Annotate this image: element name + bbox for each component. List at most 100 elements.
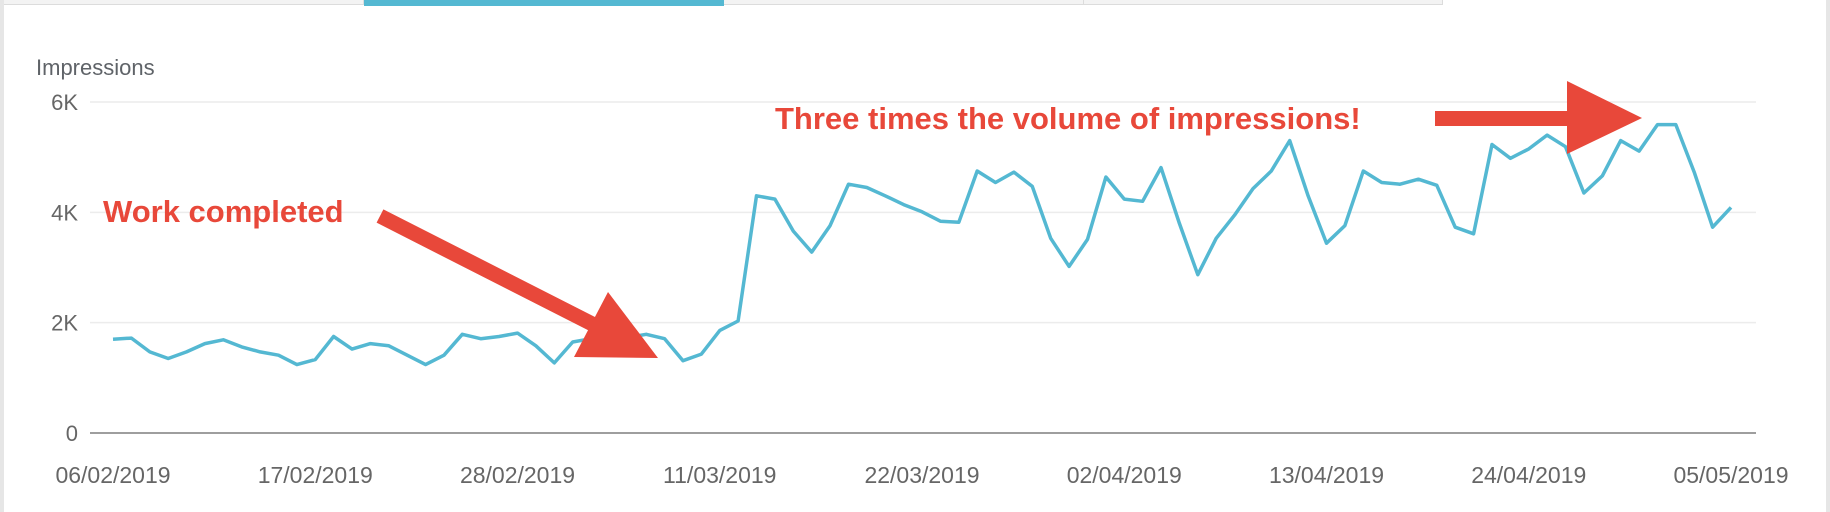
data-point[interactable] — [181, 346, 193, 358]
data-point[interactable] — [659, 333, 671, 345]
data-point[interactable] — [125, 332, 137, 344]
data-point[interactable] — [217, 334, 229, 346]
data-point[interactable] — [438, 349, 450, 361]
x-tick-label: 02/04/2019 — [1067, 462, 1182, 488]
data-point[interactable] — [806, 246, 818, 258]
data-point[interactable] — [1449, 221, 1461, 233]
data-point[interactable] — [879, 190, 891, 202]
y-axis-title: Impressions — [36, 55, 155, 80]
data-point[interactable] — [272, 349, 284, 361]
data-point[interactable] — [1357, 165, 1369, 177]
data-point[interactable] — [1173, 217, 1185, 229]
data-point[interactable] — [1247, 183, 1259, 195]
data-point[interactable] — [1468, 228, 1480, 240]
data-point[interactable] — [1651, 119, 1663, 131]
data-point[interactable] — [236, 341, 248, 353]
data-point[interactable] — [1376, 177, 1388, 189]
data-point[interactable] — [548, 357, 560, 369]
data-point[interactable] — [1321, 237, 1333, 249]
data-point[interactable] — [1100, 171, 1112, 183]
annotation-three-times-text: Three times the volume of impressions! — [775, 101, 1361, 136]
data-point[interactable] — [144, 346, 156, 358]
y-tick-label: 6K — [51, 90, 78, 115]
data-point[interactable] — [1688, 166, 1700, 178]
x-tick-label: 06/02/2019 — [55, 462, 170, 488]
data-point[interactable] — [1229, 209, 1241, 221]
data-point[interactable] — [1596, 170, 1608, 182]
data-point[interactable] — [420, 359, 432, 371]
data-point[interactable] — [1284, 135, 1296, 147]
annotation-work-completed: Work completed — [103, 194, 658, 358]
data-point[interactable] — [1265, 165, 1277, 177]
data-point[interactable] — [934, 215, 946, 227]
data-point[interactable] — [1118, 193, 1130, 205]
data-point[interactable] — [567, 336, 579, 348]
data-point[interactable] — [1725, 201, 1737, 213]
data-point[interactable] — [1155, 162, 1167, 174]
data-point[interactable] — [493, 330, 505, 342]
data-point[interactable] — [971, 165, 983, 177]
x-tick-label: 28/02/2019 — [460, 462, 575, 488]
data-point[interactable] — [677, 355, 689, 367]
data-point[interactable] — [714, 324, 726, 336]
data-point[interactable] — [1578, 187, 1590, 199]
data-point[interactable] — [346, 343, 358, 355]
x-tick-labels: 06/02/2019 17/02/2019 28/02/2019 11/03/2019… — [55, 462, 1788, 488]
data-point[interactable] — [401, 349, 413, 361]
arrow-shaft-icon — [376, 209, 616, 341]
data-point[interactable] — [1541, 129, 1553, 141]
data-point[interactable] — [1008, 166, 1020, 178]
data-point[interactable] — [1210, 232, 1222, 244]
data-point[interactable] — [1670, 119, 1682, 131]
data-point[interactable] — [1045, 232, 1057, 244]
data-point[interactable] — [990, 177, 1002, 189]
data-point[interactable] — [861, 182, 873, 194]
data-point[interactable] — [475, 333, 487, 345]
data-point[interactable] — [1063, 260, 1075, 272]
data-point[interactable] — [1523, 143, 1535, 155]
x-tick-label: 17/02/2019 — [258, 462, 373, 488]
data-point[interactable] — [291, 359, 303, 371]
data-point[interactable] — [1137, 195, 1149, 207]
data-point[interactable] — [199, 338, 211, 350]
data-point[interactable] — [787, 225, 799, 237]
y-tick-label: 0 — [66, 421, 78, 446]
data-point[interactable] — [751, 190, 763, 202]
data-point[interactable] — [916, 206, 928, 218]
data-point[interactable] — [824, 220, 836, 232]
data-point[interactable] — [695, 348, 707, 360]
data-point[interactable] — [107, 333, 119, 345]
data-point[interactable] — [1026, 180, 1038, 192]
data-point[interactable] — [1081, 233, 1093, 245]
data-point[interactable] — [732, 315, 744, 327]
data-point[interactable] — [254, 346, 266, 358]
data-point[interactable] — [1339, 220, 1351, 232]
y-tick-label: 4K — [51, 200, 78, 225]
data-point[interactable] — [953, 216, 965, 228]
data-point[interactable] — [1486, 138, 1498, 150]
x-tick-label: 11/03/2019 — [663, 462, 776, 488]
data-point[interactable] — [1192, 269, 1204, 281]
data-point[interactable] — [383, 340, 395, 352]
data-point[interactable] — [769, 193, 781, 205]
data-point[interactable] — [898, 199, 910, 211]
data-point[interactable] — [162, 353, 174, 365]
data-point[interactable] — [456, 328, 468, 340]
data-point[interactable] — [1302, 190, 1314, 202]
data-points — [107, 119, 1737, 371]
data-point[interactable] — [530, 340, 542, 352]
data-point[interactable] — [1431, 179, 1443, 191]
data-point[interactable] — [1504, 152, 1516, 164]
data-point[interactable] — [1412, 173, 1424, 185]
x-tick-label: 05/05/2019 — [1673, 462, 1788, 488]
data-point[interactable] — [1707, 221, 1719, 233]
data-point[interactable] — [1394, 178, 1406, 190]
data-point[interactable] — [1633, 145, 1645, 157]
data-point[interactable] — [512, 327, 524, 339]
data-point[interactable] — [1615, 135, 1627, 147]
annotation-three-times: Three times the volume of impressions! — [775, 81, 1642, 154]
data-point[interactable] — [842, 178, 854, 190]
data-point[interactable] — [364, 338, 376, 350]
data-point[interactable] — [309, 354, 321, 366]
data-point[interactable] — [328, 330, 340, 342]
